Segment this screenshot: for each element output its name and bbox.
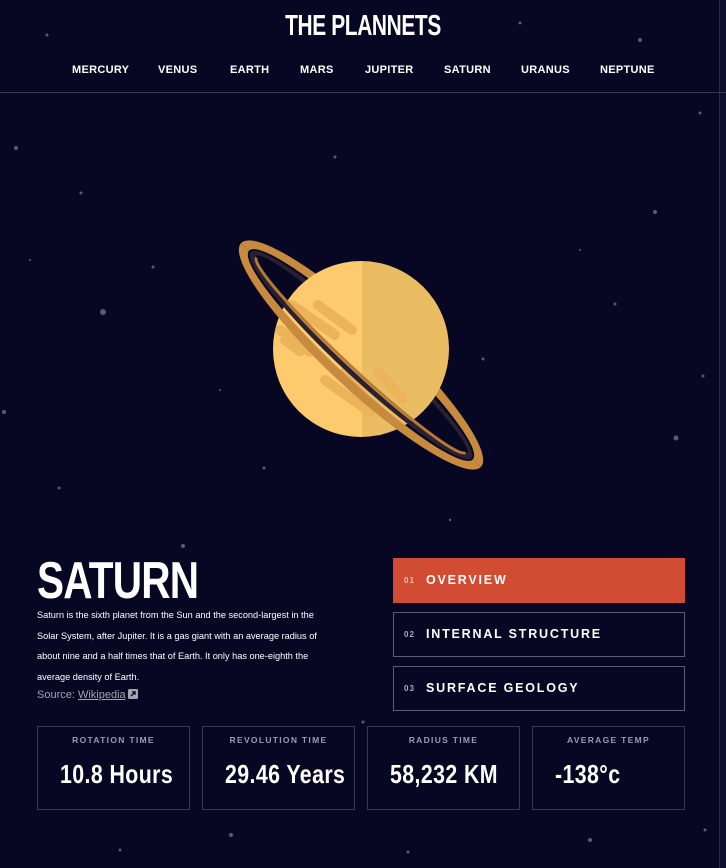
stat-rotation-time: ROTATION TIME 10.8 Hours (37, 726, 190, 810)
stat-revolution-time: REVOLUTION TIME 29.46 Years (202, 726, 355, 810)
tab-label: SURFACE GEOLOGY (426, 681, 580, 695)
site-header: THE PLANNETS MERCURY VENUS EARTH MARS JU… (0, 0, 726, 93)
stat-value: 10.8 Hours (60, 759, 174, 789)
stat-label: REVOLUTION TIME (229, 735, 328, 745)
nav-item-mars[interactable]: MARS (300, 64, 334, 76)
tab-overview[interactable]: 01 OVERVIEW (393, 558, 685, 603)
app-page: THE PLANNETS MERCURY VENUS EARTH MARS JU… (0, 0, 726, 868)
tab-number: 03 (404, 684, 415, 693)
planet-nav: MERCURY VENUS EARTH MARS JUPITER SATURN … (0, 64, 726, 82)
tab-label: OVERVIEW (426, 573, 508, 587)
external-link-icon[interactable] (127, 689, 138, 699)
stat-average-temp: AVERAGE TEMP -138°c (532, 726, 685, 810)
planet-description: Saturn is the sixth planet from the Sun … (37, 610, 317, 682)
nav-item-venus[interactable]: VENUS (158, 64, 197, 76)
nav-item-jupiter[interactable]: JUPITER (365, 64, 414, 76)
nav-item-saturn[interactable]: SATURN (444, 64, 491, 76)
nav-item-uranus[interactable]: URANUS (521, 64, 570, 76)
nav-item-neptune[interactable]: NEPTUNE (600, 64, 655, 76)
tab-number: 02 (404, 630, 415, 639)
tab-number: 01 (404, 576, 415, 585)
stat-label: RADIUS TIME (408, 735, 479, 745)
source-prefix: Source: (37, 689, 78, 701)
source-line: Source: Wikipedia (37, 689, 138, 701)
nav-item-mercury[interactable]: MERCURY (72, 64, 129, 76)
nav-item-earth[interactable]: EARTH (230, 64, 269, 76)
tab-internal-structure[interactable]: 02 INTERNAL STRUCTURE (393, 612, 685, 657)
stat-value: 58,232 KM (390, 759, 498, 789)
source-link[interactable]: Wikipedia (78, 689, 126, 701)
tab-surface-geology[interactable]: 03 SURFACE GEOLOGY (393, 666, 685, 711)
saturn-illustration (238, 240, 484, 470)
app-title[interactable]: THE PLANNETS (102, 10, 625, 43)
tab-label: INTERNAL STRUCTURE (426, 627, 602, 641)
stat-radius-time: RADIUS TIME 58,232 KM (367, 726, 520, 810)
stat-label: ROTATION TIME (72, 735, 155, 745)
stat-value: 29.46 Years (225, 759, 346, 789)
stat-value: -138°c (555, 759, 621, 789)
planet-name: SATURN (37, 552, 199, 610)
stat-label: AVERAGE TEMP (567, 735, 650, 745)
